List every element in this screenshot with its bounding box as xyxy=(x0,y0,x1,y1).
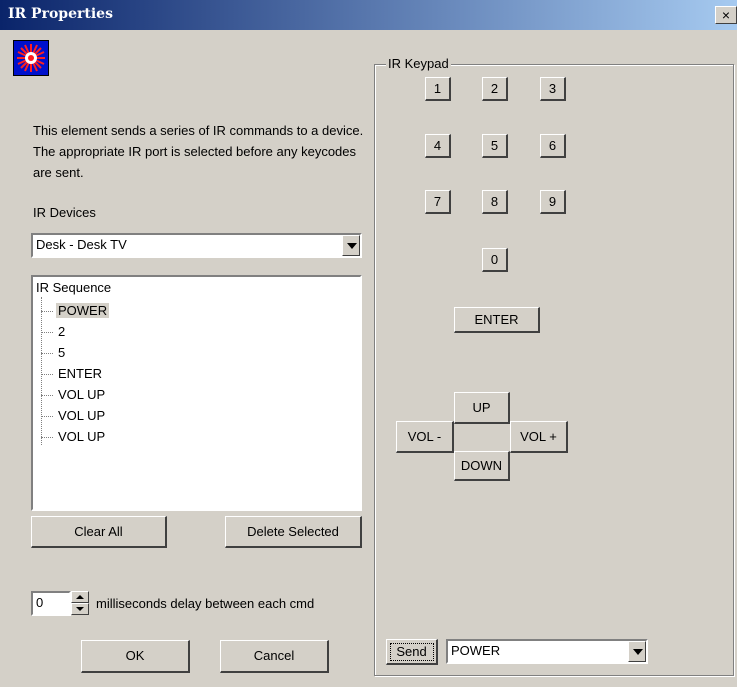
ir-keypad-label: IR Keypad xyxy=(386,56,451,71)
keypad-3-button[interactable]: 3 xyxy=(540,77,566,101)
spin-down-icon[interactable] xyxy=(71,603,89,615)
tree-root-label: IR Sequence xyxy=(36,280,112,295)
spin-up-icon[interactable] xyxy=(71,591,89,603)
keypad-1-button[interactable]: 1 xyxy=(425,77,451,101)
keypad-9-button[interactable]: 9 xyxy=(540,190,566,214)
ir-sequence-tree[interactable]: IR Sequence POWER 2 5 ENTER VOL UP VOL U… xyxy=(31,275,362,511)
delay-label: milliseconds delay between each cmd xyxy=(96,596,315,611)
title-bar: IR Properties × xyxy=(0,0,737,30)
sequence-item[interactable]: VOL UP xyxy=(41,384,107,405)
delay-spinner[interactable] xyxy=(71,591,89,616)
keypad-4-button[interactable]: 4 xyxy=(425,134,451,158)
sequence-item[interactable]: ENTER xyxy=(41,363,104,384)
sequence-item[interactable]: VOL UP xyxy=(41,426,107,447)
keypad-5-button[interactable]: 5 xyxy=(482,134,508,158)
keypad-7-button[interactable]: 7 xyxy=(425,190,451,214)
down-button[interactable]: DOWN xyxy=(454,451,510,481)
sequence-item[interactable]: 2 xyxy=(41,321,67,342)
vol-minus-button[interactable]: VOL - xyxy=(396,421,454,453)
keypad-6-button[interactable]: 6 xyxy=(540,134,566,158)
send-button[interactable]: Send xyxy=(386,639,438,665)
delete-selected-button[interactable]: Delete Selected xyxy=(225,516,362,548)
sequence-item[interactable]: POWER xyxy=(41,300,110,321)
ir-burst-icon xyxy=(13,40,49,76)
ir-devices-dropdown[interactable]: Desk - Desk TV xyxy=(31,233,362,258)
sequence-item[interactable]: VOL UP xyxy=(41,405,107,426)
vol-plus-button[interactable]: VOL + xyxy=(510,421,568,453)
up-button[interactable]: UP xyxy=(454,392,510,424)
ir-devices-value: Desk - Desk TV xyxy=(36,237,127,252)
sequence-item[interactable]: 5 xyxy=(41,342,67,363)
ir-devices-label: IR Devices xyxy=(33,205,96,220)
send-command-dropdown[interactable]: POWER xyxy=(446,639,648,664)
window-title: IR Properties xyxy=(8,6,113,22)
ok-button[interactable]: OK xyxy=(81,640,190,673)
chevron-down-icon[interactable] xyxy=(628,641,646,662)
delay-input[interactable]: 0 xyxy=(31,591,71,616)
close-button[interactable]: × xyxy=(715,6,737,24)
chevron-down-icon[interactable] xyxy=(342,235,360,256)
cancel-button[interactable]: Cancel xyxy=(220,640,329,673)
keypad-0-button[interactable]: 0 xyxy=(482,248,508,272)
keypad-8-button[interactable]: 8 xyxy=(482,190,508,214)
keypad-2-button[interactable]: 2 xyxy=(482,77,508,101)
enter-button[interactable]: ENTER xyxy=(454,307,540,333)
description-text: This element sends a series of IR comman… xyxy=(33,123,364,180)
clear-all-button[interactable]: Clear All xyxy=(31,516,167,548)
send-command-value: POWER xyxy=(451,643,501,658)
